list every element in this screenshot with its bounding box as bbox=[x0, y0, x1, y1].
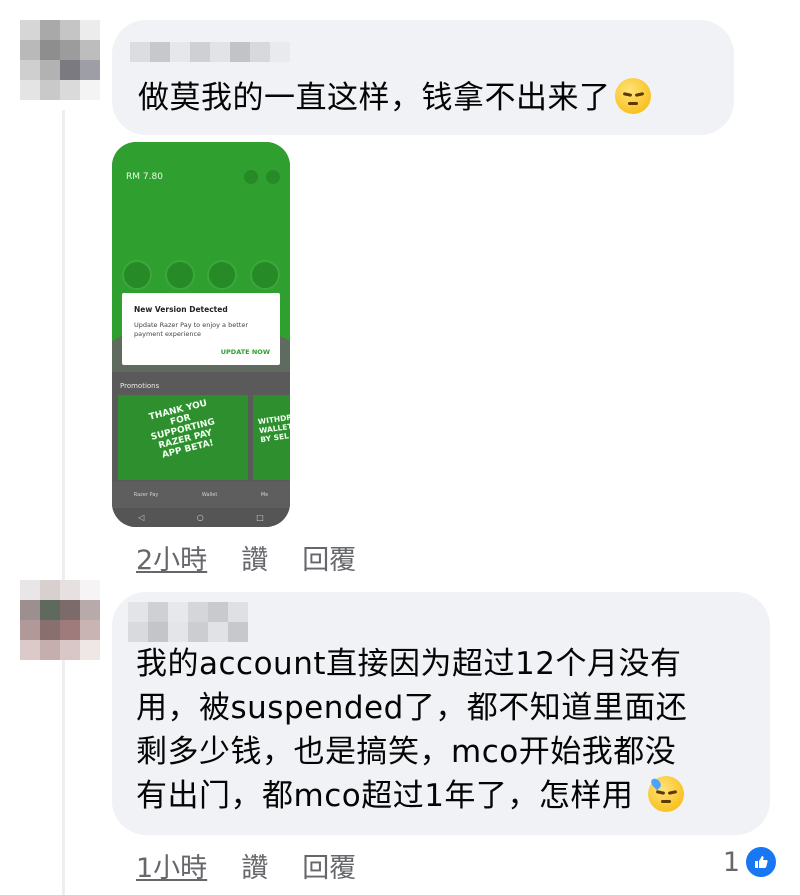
attached-screenshot[interactable]: RM 7.80 New Version Detected Update Raze… bbox=[112, 142, 290, 527]
comment-line: 用，被suspended了，都不知道里面还 bbox=[136, 690, 688, 726]
reply-button[interactable]: 回覆 bbox=[302, 846, 356, 885]
pensive-face-icon bbox=[614, 78, 651, 114]
nav-item: Wallet bbox=[201, 492, 218, 498]
author-name-blurred[interactable] bbox=[128, 622, 248, 642]
reply-button[interactable]: 回覆 bbox=[302, 538, 356, 577]
bell-icon bbox=[266, 170, 280, 184]
promo-banner-text: THANK YOU FOR SUPPORTING RAZER PAY APP B… bbox=[148, 398, 217, 461]
quick-actions bbox=[122, 260, 280, 290]
comment-line: 我的account直接因为超过12个月没有 bbox=[136, 646, 682, 682]
promotions-label: Promotions bbox=[120, 382, 160, 390]
scan-icon bbox=[122, 260, 152, 290]
promo-banner: WITHDR WALLET BY SEL bbox=[253, 395, 290, 480]
app-top-icons bbox=[244, 170, 280, 184]
dialog-title: New Version Detected bbox=[134, 305, 228, 314]
like-button[interactable]: 讚 bbox=[241, 846, 268, 885]
reaction-count: 1 bbox=[722, 846, 740, 878]
comment-text: 做莫我的一直这样，钱拿不出来了 bbox=[138, 76, 651, 120]
nav-item: Razer Pay bbox=[133, 492, 159, 498]
author-name-blurred[interactable] bbox=[128, 602, 248, 622]
like-button[interactable]: 讚 bbox=[241, 538, 268, 577]
update-now-button: UPDATE NOW bbox=[220, 348, 270, 356]
pay-icon bbox=[164, 260, 195, 290]
comment-actions: 1小時 讚 回覆 bbox=[136, 846, 356, 885]
comment-bubble: 做莫我的一直这样，钱拿不出来了 bbox=[112, 20, 734, 135]
comment-text: 我的account直接因为超过12个月没有 用，被suspended了，都不知道… bbox=[136, 642, 687, 818]
back-icon: ◁ bbox=[138, 513, 145, 522]
avatar[interactable] bbox=[20, 20, 100, 100]
recents-icon: □ bbox=[256, 513, 264, 522]
author-name-blurred[interactable] bbox=[130, 42, 290, 62]
comment-bubble: 我的account直接因为超过12个月没有 用，被suspended了，都不知道… bbox=[112, 592, 770, 835]
promo-banner-text: WITHDR WALLET BY SEL bbox=[257, 412, 290, 445]
thumbs-up-icon bbox=[744, 845, 778, 879]
search-icon bbox=[244, 170, 258, 184]
downcast-face-with-sweat-icon bbox=[647, 776, 684, 812]
dollar-icon bbox=[249, 260, 280, 290]
home-icon: ○ bbox=[196, 513, 204, 522]
reaction-summary[interactable]: 1 bbox=[723, 845, 778, 879]
dialog-body: Update Razer Pay to enjoy a better payme… bbox=[134, 321, 248, 338]
comment-line: 有出门，都mco超过1年了，怎样用 bbox=[136, 774, 687, 818]
timestamp-link[interactable]: 2小時 bbox=[136, 538, 207, 577]
promo-banner: THANK YOU FOR SUPPORTING RAZER PAY APP B… bbox=[118, 395, 248, 480]
wallet-balance: RM 7.80 bbox=[126, 172, 163, 182]
update-dialog: New Version Detected Update Razer Pay to… bbox=[122, 293, 280, 365]
reload-icon bbox=[207, 260, 238, 290]
comment-actions: 2小時 讚 回覆 bbox=[136, 538, 356, 577]
system-nav: ◁ ○ □ bbox=[112, 508, 290, 527]
comment-line: 剩多少钱，也是搞笑，mco开始我都没 bbox=[136, 734, 677, 770]
timestamp-link[interactable]: 1小時 bbox=[136, 846, 207, 885]
thread-line bbox=[62, 110, 65, 895]
nav-item: Me bbox=[260, 492, 269, 498]
avatar[interactable] bbox=[20, 580, 100, 660]
app-bottom-nav: Razer Pay Wallet Me bbox=[112, 482, 290, 508]
